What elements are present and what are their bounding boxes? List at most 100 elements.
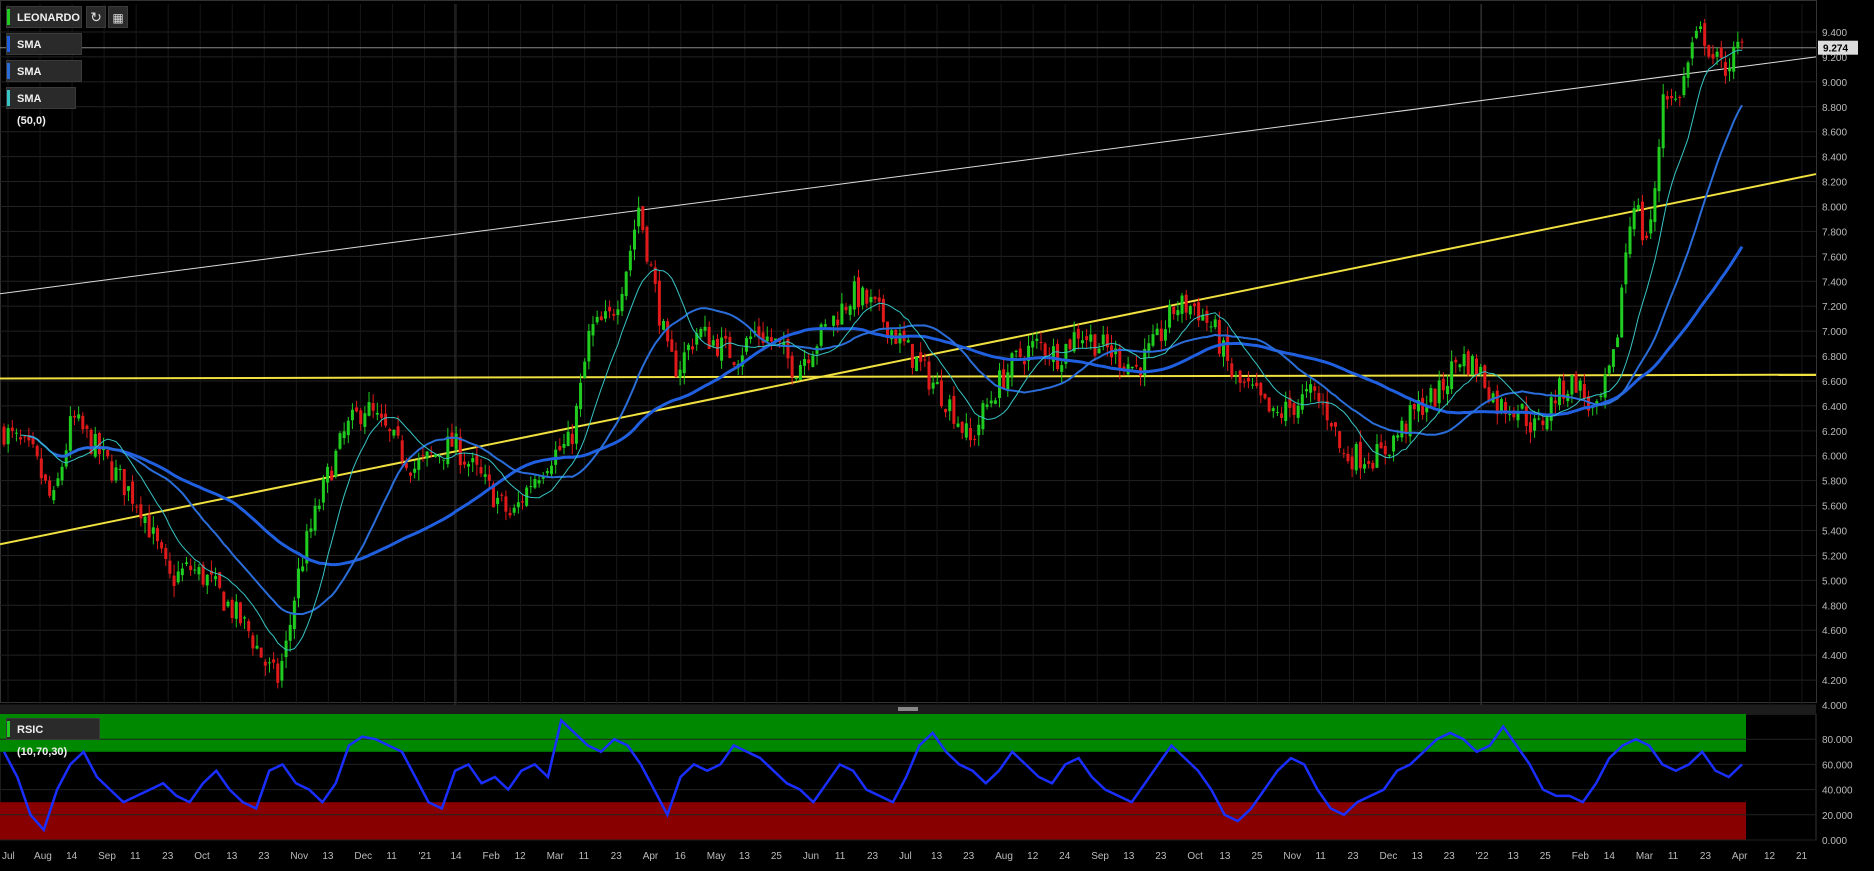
symbol-tag[interactable]: LEONARDO [6,6,82,28]
sma-lines [20,49,1744,651]
candle-body [238,602,242,624]
candle-body [873,296,877,300]
candle-body [939,380,943,407]
x-tick-label: Dec [1380,851,1398,862]
y-tick-label: 6.000 [1822,452,1847,463]
candle-body [143,516,147,524]
indicator-tag-sma200[interactable]: SMA (200,0) [6,33,82,73]
candle-body [1118,348,1122,369]
candle-body [43,474,47,481]
y-tick-label: 4.800 [1822,601,1847,612]
candle-body [603,311,607,319]
x-tick-label: 14 [1604,851,1616,862]
candle-body [234,601,238,619]
candle-body [10,427,14,431]
candle-body [881,298,885,323]
candle-body [321,478,325,503]
x-tick-label: 11 [1315,851,1326,862]
chart-settings-button[interactable]: ▦ [108,6,128,28]
candle-body [504,496,508,512]
rsi-tag[interactable]: RSIC (10,70,30) [6,718,100,758]
candle-body [1616,337,1620,348]
candle-body [1093,334,1097,356]
candle-body [993,400,997,404]
candle-body [1678,96,1682,99]
candle-body [807,359,811,364]
x-tick-label: Sep [1091,851,1109,862]
y-tick-label: 6.800 [1822,352,1847,363]
candle-body [1060,365,1064,372]
x-tick-label: 13 [1508,851,1520,862]
candle-body [371,403,375,411]
candle-body [579,382,583,410]
candle-body [620,293,624,312]
candle-body [1039,341,1043,343]
candle-body [363,413,367,427]
candle-body [1217,320,1221,354]
candle-body [400,440,404,462]
candle-body [981,403,985,430]
splitter-handle [898,707,918,711]
x-tick-label: Mar [1636,851,1654,862]
x-tick-label: Oct [194,851,210,862]
candle-body [1541,420,1545,426]
candle-body [433,454,437,458]
indicator-tag-sma100[interactable]: SMA (100,0) [6,60,82,100]
indicator-tag-sma50[interactable]: SMA (50,0) [6,87,76,127]
candle-body [1230,363,1234,377]
candle-body [388,429,392,432]
lower-support-trendline [0,373,1817,380]
x-tick-label: Aug [34,851,52,862]
candle-body [1002,369,1006,389]
candle-body [496,497,500,505]
candle-body [471,458,475,463]
candle-body [956,423,960,427]
candle-body [666,321,670,342]
candle-body [342,431,346,439]
candle-body [1736,41,1740,49]
y-tick-label: 5.600 [1822,502,1847,513]
x-tick-label: Mar [547,851,565,862]
price-chart[interactable]: 9.4009.2009.0008.8008.6008.4008.2008.000… [0,0,1874,871]
candle-body [989,400,993,404]
x-tick-label: Sep [98,851,116,862]
x-tick-label: 12 [1764,851,1776,862]
candle-body [906,340,910,343]
candle-body [1528,422,1532,433]
candle-body [682,352,686,374]
candle-body [19,437,23,440]
candle-body [973,439,977,441]
candle-body [964,423,968,438]
x-tick-label: 13 [1219,851,1231,862]
candle-body [1408,405,1412,437]
candle-body [1317,392,1321,402]
candle-body [413,468,417,473]
candle-body [1035,338,1039,341]
y-tick-label: 9.400 [1822,28,1847,39]
x-tick-label: 14 [66,851,78,862]
candle-body [147,514,151,538]
candle-body [164,547,168,559]
x-tick-label: Apr [1732,851,1748,862]
symbol-label: LEONARDO [17,12,80,24]
candle-body [1101,334,1105,345]
candle-body [1267,397,1271,412]
candle-body [77,414,81,419]
candle-body [442,459,446,461]
candle-body [1313,386,1317,391]
candle-body [52,490,56,501]
candle-body [1445,385,1449,395]
rsi-y-tick-label: 40.000 [1822,786,1853,797]
rsi-overbought-zone [0,714,1746,752]
candle-body [645,226,649,262]
y-tick-label: 5.400 [1822,527,1847,538]
candle-body [56,478,60,486]
last-price-label: 9.274 [1823,44,1848,55]
candle-body [1333,422,1337,427]
candle-body [923,359,927,361]
candle-body [1611,349,1615,367]
candle-body [591,324,595,336]
refresh-button[interactable]: ↻ [86,6,106,28]
candle-body [1209,326,1213,328]
candle-body [832,315,836,326]
